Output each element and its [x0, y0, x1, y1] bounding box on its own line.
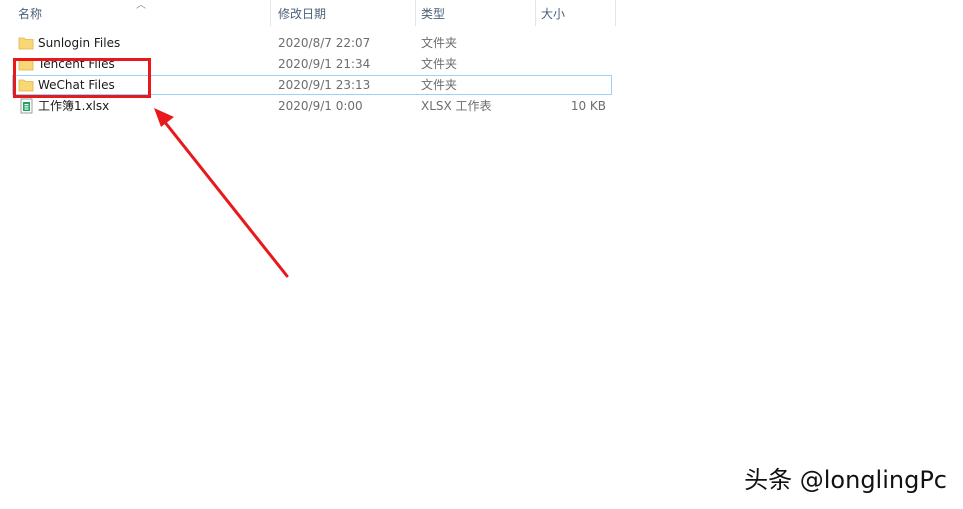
watermark: 头条 @longlingPc	[744, 466, 947, 494]
annotation-arrow-icon	[154, 108, 289, 278]
file-explorer-view: 名称 ︿ 修改日期 类型 大小 Sunlogin Files 2020/8/7 …	[0, 0, 963, 509]
